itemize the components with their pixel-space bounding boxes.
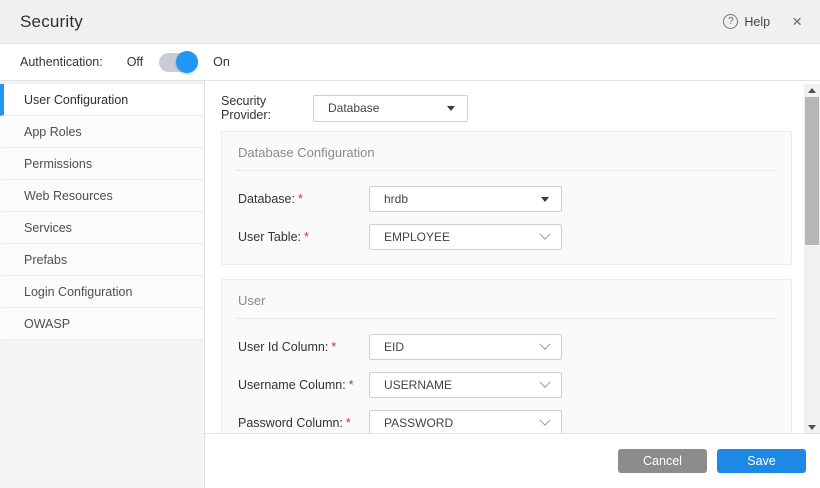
toggle-knob bbox=[176, 51, 199, 73]
username-column-field-row: Username Column: * USERNAME bbox=[236, 372, 777, 398]
database-field-row: Database: * hrdb bbox=[236, 186, 777, 212]
sidebar-item-user-configuration[interactable]: User Configuration bbox=[0, 84, 204, 116]
security-provider-label: Security Provider: bbox=[221, 94, 272, 122]
user-table-field-row: User Table: * EMPLOYEE bbox=[236, 224, 777, 250]
label-text: Password Column: bbox=[238, 416, 343, 430]
authentication-label: Authentication: bbox=[20, 55, 103, 69]
arrow-up-icon bbox=[808, 88, 816, 93]
sidebar-item-permissions[interactable]: Permissions bbox=[0, 148, 204, 180]
authentication-toggle[interactable] bbox=[159, 51, 199, 73]
security-dialog: Security ? Help × Authentication: Off On… bbox=[0, 0, 820, 488]
required-asterisk: * bbox=[348, 378, 354, 392]
scroll-area: Security Provider: Database Database Con… bbox=[205, 81, 820, 434]
user-table-select[interactable]: EMPLOYEE bbox=[369, 224, 562, 250]
sidebar-item-app-roles[interactable]: App Roles bbox=[0, 116, 204, 148]
arrow-down-icon bbox=[808, 425, 816, 430]
section-divider bbox=[236, 318, 777, 319]
label-text: User Id Column: bbox=[238, 340, 329, 354]
label-text: Database: bbox=[238, 192, 295, 206]
security-provider-select[interactable]: Database bbox=[313, 94, 468, 122]
sidebar-item-owasp[interactable]: OWASP bbox=[0, 308, 204, 340]
toggle-on-label: On bbox=[213, 55, 230, 69]
user-id-column-label: User Id Column: * bbox=[236, 340, 369, 354]
user-id-column-field-row: User Id Column: * EID bbox=[236, 334, 777, 360]
help-label: Help bbox=[744, 14, 771, 29]
user-id-column-value: EID bbox=[384, 340, 405, 354]
username-column-value: USERNAME bbox=[384, 378, 453, 392]
user-section: User User Id Column: * EID Username Colum… bbox=[221, 279, 792, 434]
toggle-off-label: Off bbox=[126, 55, 144, 69]
cancel-button[interactable]: Cancel bbox=[618, 449, 707, 473]
sidebar: User Configuration App Roles Permissions… bbox=[0, 81, 205, 488]
dialog-body: User Configuration App Roles Permissions… bbox=[0, 81, 820, 488]
sidebar-item-services[interactable]: Services bbox=[0, 212, 204, 244]
scroll-up-button[interactable] bbox=[804, 84, 820, 97]
dialog-header: Security ? Help × bbox=[0, 0, 820, 44]
user-id-column-select[interactable]: EID bbox=[369, 334, 562, 360]
password-column-field-row: Password Column: * PASSWORD bbox=[236, 410, 777, 434]
close-icon[interactable]: × bbox=[792, 13, 802, 30]
chevron-down-icon bbox=[539, 376, 551, 388]
required-asterisk: * bbox=[331, 340, 337, 354]
page-title: Security bbox=[20, 11, 84, 31]
security-provider-value: Database bbox=[328, 101, 380, 115]
password-column-select[interactable]: PASSWORD bbox=[369, 410, 562, 434]
required-asterisk: * bbox=[304, 230, 309, 244]
label-text: Username Column: bbox=[238, 378, 346, 392]
authentication-bar: Authentication: Off On bbox=[0, 44, 820, 81]
username-column-select[interactable]: USERNAME bbox=[369, 372, 562, 398]
sidebar-item-web-resources[interactable]: Web Resources bbox=[0, 180, 204, 212]
scrollbar-track[interactable] bbox=[804, 97, 820, 421]
chevron-down-icon bbox=[539, 414, 551, 426]
section-title: Database Configuration bbox=[238, 145, 375, 160]
caret-down-icon bbox=[447, 105, 455, 111]
sidebar-item-prefabs[interactable]: Prefabs bbox=[0, 244, 204, 276]
password-column-value: PASSWORD bbox=[384, 416, 454, 430]
database-value: hrdb bbox=[384, 192, 409, 206]
database-configuration-section: Database Configuration Database: * hrdb U… bbox=[221, 131, 792, 265]
password-column-label: Password Column: * bbox=[236, 416, 369, 430]
vertical-scrollbar[interactable] bbox=[804, 84, 820, 434]
security-provider-row: Security Provider: Database bbox=[221, 94, 792, 122]
label-text: User Table: bbox=[238, 230, 301, 244]
caret-down-icon bbox=[541, 196, 549, 202]
scrollbar-thumb[interactable] bbox=[805, 97, 819, 245]
username-column-label: Username Column: * bbox=[236, 378, 369, 392]
user-table-label: User Table: * bbox=[236, 230, 369, 244]
required-asterisk: * bbox=[297, 192, 303, 206]
section-title: User bbox=[238, 293, 266, 308]
save-button[interactable]: Save bbox=[717, 449, 806, 473]
chevron-down-icon bbox=[539, 338, 551, 350]
sidebar-item-login-configuration[interactable]: Login Configuration bbox=[0, 276, 204, 308]
main-content: Security Provider: Database Database Con… bbox=[205, 81, 820, 488]
dialog-footer: Cancel Save bbox=[205, 433, 820, 488]
help-button[interactable]: ? Help bbox=[723, 14, 770, 29]
database-select[interactable]: hrdb bbox=[369, 186, 562, 212]
required-asterisk: * bbox=[345, 416, 351, 430]
question-circle-icon: ? bbox=[723, 14, 739, 29]
user-table-value: EMPLOYEE bbox=[384, 230, 451, 244]
chevron-down-icon bbox=[539, 228, 551, 240]
database-label: Database: * bbox=[236, 192, 369, 206]
section-divider bbox=[236, 170, 777, 171]
